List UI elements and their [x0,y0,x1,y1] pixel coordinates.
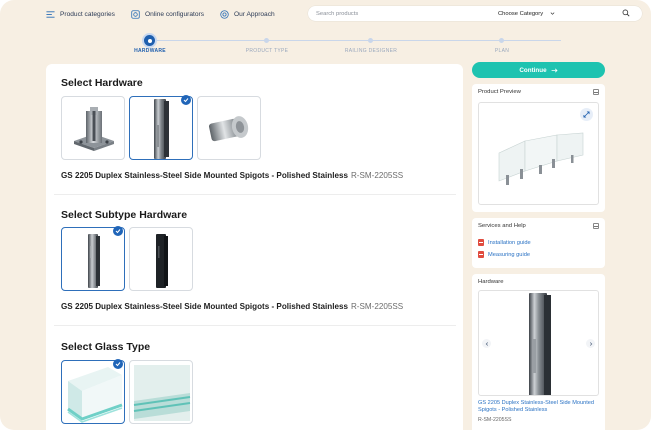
subtype-product-name: GS 2205 Duplex Stainless-Steel Side Moun… [61,302,403,311]
hardware-selected-check [181,95,191,105]
progress-stepper: HARDWARE PRODUCT TYPE RAILING DESIGNER P… [0,30,651,60]
hardware-product-name: GS 2205 Duplex Stainless-Steel Side Moun… [61,171,403,180]
subtype-spigot-image-2 [156,234,168,288]
section-divider [54,325,456,326]
installation-guide-link[interactable]: Installation guide [478,239,531,246]
nav-product-categories[interactable]: Product categories [46,10,115,19]
nav-label: Online configurators [144,10,204,18]
step-product-type-dot[interactable] [264,38,269,43]
configurator-icon [131,9,140,19]
standoff-image [208,116,249,142]
installation-guide-label: Installation guide [488,239,531,246]
hardware-summary-title: Hardware [478,279,504,285]
step-railing-designer-dot[interactable] [368,38,373,43]
chevron-right-icon [589,341,592,346]
check-icon [115,229,121,234]
clear-glass-image [67,367,123,423]
subtype-spigot-image-1 [88,234,100,288]
continue-label: Continue [519,66,547,74]
step-plan-dot[interactable] [499,38,504,43]
hardware-option-side-spigot[interactable] [129,96,193,160]
check-icon [115,362,121,367]
subtype-option-2[interactable] [129,227,193,291]
glass-selected-check [113,359,123,369]
menu-icon [46,10,55,18]
hardware-option-base-spigot[interactable] [61,96,125,160]
pdf-icon [478,239,484,246]
check-icon [183,98,189,103]
step-hardware-label[interactable]: HARDWARE [134,48,166,54]
hardware-summary-card: Hardware GS 2205 Duplex Stainless-Steel … [472,274,605,430]
configurator-panel: Select Hardware GS 2205 Duplex Stainless… [46,64,463,430]
product-preview-card: Product Preview [472,84,605,212]
product-preview-title: Product Preview [478,89,521,95]
glass-option-clear[interactable] [61,360,125,424]
collapse-icon[interactable] [593,223,599,229]
side-spigot-image [154,99,169,159]
subtype-option-1[interactable] [61,227,125,291]
search-icon[interactable] [622,9,630,17]
pdf-icon [478,251,484,258]
hardware-product-name-text: GS 2205 Duplex Stainless-Steel Side Moun… [61,171,348,180]
next-image-button[interactable] [586,339,595,348]
top-nav: Product categories Online configurators … [46,4,642,24]
approach-icon [220,9,229,19]
services-help-card: Services and Help Installation guide Mea… [472,218,605,268]
subtype-selected-check [113,226,123,236]
glass-option-tinted[interactable] [129,360,193,424]
nav-label: Our Approach [234,10,275,18]
search-bar: Choose Category [308,6,642,21]
prev-image-button[interactable] [482,339,491,348]
select-hardware-title: Select Hardware [61,77,143,89]
nav-online-configurators[interactable]: Online configurators [131,9,204,19]
category-select-label: Choose Category [498,10,544,17]
base-spigot-image [74,107,114,151]
chevron-left-icon [485,341,488,346]
hardware-spigot-image [529,293,551,395]
category-select[interactable]: Choose Category [498,11,555,17]
services-help-title: Services and Help [478,223,526,229]
step-hardware-dot[interactable] [144,35,155,46]
measuring-guide-label: Measuring guide [488,251,531,258]
arrow-right-icon [551,68,558,72]
section-divider [54,194,456,195]
step-product-type-label[interactable]: PRODUCT TYPE [246,48,289,54]
expand-icon [583,111,590,118]
expand-preview-button[interactable] [580,108,593,121]
search-input[interactable] [316,10,486,17]
subtype-product-name-text: GS 2205 Duplex Stainless-Steel Side Moun… [61,302,348,311]
continue-button[interactable]: Continue [472,62,605,78]
nav-label: Product categories [60,10,115,18]
hardware-summary-code: R-SM-2205SS [478,417,512,423]
collapse-icon[interactable] [593,89,599,95]
hardware-summary-image [478,290,599,396]
app-frame: Product categories Online configurators … [0,0,651,430]
measuring-guide-link[interactable]: Measuring guide [478,251,530,258]
select-glass-title: Select Glass Type [61,341,151,353]
select-subtype-title: Select Subtype Hardware [61,209,188,221]
hardware-product-code: R-SM-2205SS [350,171,404,180]
step-plan-label[interactable]: PLAN [495,48,509,54]
tinted-glass-image [133,365,191,421]
step-railing-designer-label[interactable]: RAILING DESIGNER [345,48,397,54]
subtype-product-code: R-SM-2205SS [350,302,404,311]
hardware-summary-name[interactable]: GS 2205 Duplex Stainless-Steel Side Moun… [478,400,599,414]
product-preview-image [478,102,599,205]
hardware-option-standoff[interactable] [197,96,261,160]
chevron-down-icon [550,12,555,15]
nav-our-approach[interactable]: Our Approach [220,9,275,19]
